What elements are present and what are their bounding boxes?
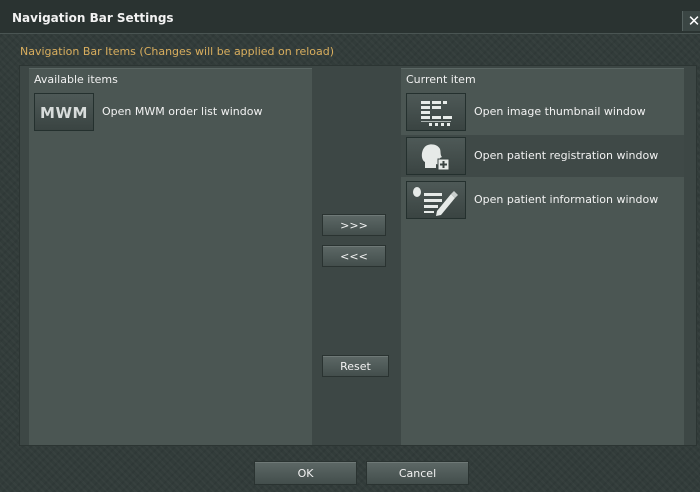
patient-info-edit-icon	[406, 181, 466, 219]
available-items-header: Available items	[34, 73, 118, 86]
available-items-panel: Available items MWM Open MWM order list …	[29, 68, 312, 445]
remove-item-button[interactable]: <<<	[322, 245, 386, 267]
list-item-patient-registration[interactable]: Open patient registration window	[401, 135, 684, 177]
list-item-mwm-order-list[interactable]: MWM Open MWM order list window	[29, 91, 312, 133]
close-icon: ✕	[687, 12, 700, 30]
list-item-patient-information[interactable]: Open patient information window	[401, 179, 684, 221]
mwm-icon: MWM	[34, 93, 94, 131]
cancel-button[interactable]: Cancel	[366, 461, 469, 485]
navigation-bar-settings-dialog: Navigation Bar Settings ✕ Navigation Bar…	[0, 0, 700, 492]
list-item-label: Open patient registration window	[474, 149, 659, 162]
dialog-title: Navigation Bar Settings	[12, 11, 174, 25]
patient-add-icon	[406, 137, 466, 175]
current-items-header: Current item	[406, 73, 476, 86]
mwm-icon-text: MWM	[40, 104, 88, 122]
add-item-button[interactable]: >>>	[322, 214, 386, 236]
close-button[interactable]: ✕	[682, 11, 700, 31]
list-item-label: Open image thumbnail window	[474, 105, 646, 118]
list-item-label: Open MWM order list window	[102, 105, 263, 118]
dialog-title-bar: Navigation Bar Settings ✕	[0, 0, 700, 34]
thumbnail-grid-icon	[406, 93, 466, 131]
reset-button[interactable]: Reset	[322, 355, 389, 377]
current-items-panel: Current item Open image thumbnail window…	[401, 68, 684, 445]
ok-button[interactable]: OK	[254, 461, 357, 485]
list-item-image-thumbnail[interactable]: Open image thumbnail window	[401, 91, 684, 133]
list-item-label: Open patient information window	[474, 193, 659, 206]
section-title: Navigation Bar Items (Changes will be ap…	[20, 45, 335, 58]
